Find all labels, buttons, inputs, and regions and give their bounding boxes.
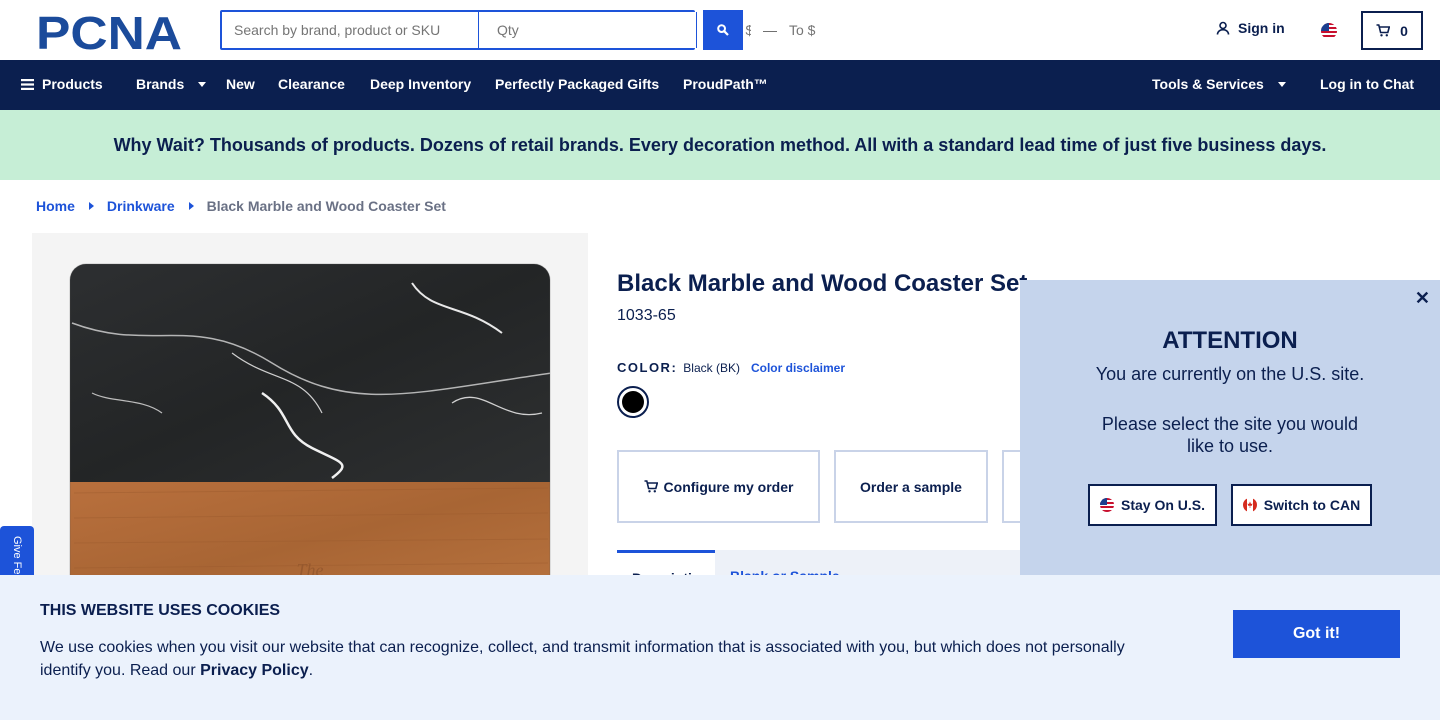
color-swatch-black[interactable] [617, 386, 649, 418]
cart-button[interactable]: 0 [1361, 11, 1423, 50]
stay-us-label: Stay On U.S. [1120, 497, 1206, 513]
nav-new[interactable]: New [226, 76, 255, 92]
switch-can-label: Switch to CAN [1263, 497, 1361, 513]
close-icon[interactable]: ✕ [1415, 288, 1430, 309]
breadcrumb-current: Black Marble and Wood Coaster Set [206, 198, 446, 214]
nav-deep-inventory[interactable]: Deep Inventory [370, 76, 471, 92]
price-to-input[interactable] [777, 12, 843, 48]
svg-text:PCNA: PCNA [36, 11, 182, 51]
nav-chat-label: Log in to Chat [1320, 76, 1415, 92]
modal-message-2: Please select the site you would like to… [1101, 414, 1359, 456]
nav-deep-inventory-label: Deep Inventory [370, 76, 472, 92]
privacy-policy-link[interactable]: Privacy Policy [200, 662, 309, 679]
cookie-period: . [308, 662, 314, 679]
search-icon [717, 24, 729, 36]
site-header: PCNA — Sign in 0 [0, 0, 1440, 60]
sign-in-link[interactable]: Sign in [1216, 20, 1285, 36]
breadcrumb-category[interactable]: Drinkware [107, 198, 175, 214]
modal-title: ATTENTION [1162, 327, 1298, 354]
search-input[interactable] [222, 12, 479, 48]
promo-text: Why Wait? Thousands of products. Dozens … [113, 134, 1327, 155]
promo-banner: Why Wait? Thousands of products. Dozens … [0, 110, 1440, 180]
got-it-label: Got it! [1292, 625, 1341, 642]
configure-order-label: Configure my order [663, 478, 794, 495]
chevron-right-icon [88, 202, 94, 210]
nav-tools[interactable]: Tools & Services [1152, 76, 1286, 92]
breadcrumb: Home Drinkware Black Marble and Wood Coa… [36, 198, 446, 214]
nav-clearance[interactable]: Clearance [278, 76, 345, 92]
user-icon [1216, 21, 1230, 35]
nav-gifts-label: Perfectly Packaged Gifts [495, 76, 660, 92]
swatch-fill [622, 391, 644, 413]
cart-icon [644, 480, 658, 493]
cookie-banner: THIS WEBSITE USES COOKIES We use cookies… [0, 575, 1440, 720]
canada-flag-icon [1242, 498, 1257, 512]
sign-in-label: Sign in [1238, 20, 1285, 36]
nav-clearance-label: Clearance [278, 76, 345, 92]
cart-icon [1376, 24, 1391, 37]
order-sample-label: Order a sample [860, 478, 962, 495]
chevron-right-icon [188, 202, 194, 210]
nav-brands-label: Brands [136, 76, 185, 92]
us-flag-icon [1099, 498, 1114, 512]
nav-new-label: New [226, 76, 255, 92]
color-value: Black (BK) [683, 361, 740, 375]
nav-gifts[interactable]: Perfectly Packaged Gifts [495, 76, 659, 92]
order-sample-button[interactable]: Order a sample [834, 450, 988, 523]
nav-products[interactable]: Products [21, 76, 103, 92]
color-disclaimer-link[interactable]: Color disclaimer [751, 361, 845, 375]
configure-order-button[interactable]: Configure my order [617, 450, 820, 523]
color-row: COLOR: Black (BK) Color disclaimer [617, 360, 845, 375]
cookie-title: THIS WEBSITE USES COOKIES [40, 602, 281, 619]
search-button[interactable] [703, 10, 743, 50]
cart-count: 0 [1400, 22, 1408, 39]
site-selector-modal: ✕ ATTENTION You are currently on the U.S… [1020, 280, 1440, 580]
product-image[interactable]: The [32, 233, 588, 593]
nav-brands[interactable]: Brands [136, 76, 207, 92]
nav-tools-label: Tools & Services [1152, 76, 1264, 92]
nav-proudpath[interactable]: ProudPath™ [683, 76, 768, 92]
main-nav: Products Brands New Clearance Deep Inven… [0, 60, 1440, 110]
switch-can-button[interactable]: Switch to CAN [1231, 484, 1372, 526]
chevron-down-icon [1277, 81, 1286, 87]
range-dash: — [763, 22, 777, 38]
product-sku: 1033-65 [617, 307, 676, 324]
pcna-logo[interactable]: PCNA [36, 7, 186, 59]
us-flag-icon[interactable] [1321, 23, 1337, 39]
search-bar: — [220, 10, 843, 50]
qty-input[interactable] [479, 12, 697, 48]
hamburger-icon [21, 78, 34, 90]
nav-chat[interactable]: Log in to Chat [1320, 76, 1414, 92]
chevron-down-icon [198, 81, 207, 87]
breadcrumb-home[interactable]: Home [36, 198, 75, 214]
got-it-button[interactable]: Got it! [1233, 610, 1400, 658]
nav-proudpath-label: ProudPath™ [683, 76, 768, 92]
color-label: COLOR: [617, 360, 678, 375]
cookie-text: We use cookies when you visit our websit… [40, 636, 1150, 682]
product-title: Black Marble and Wood Coaster Set [617, 270, 1028, 297]
nav-products-label: Products [42, 76, 103, 92]
modal-message-1: You are currently on the U.S. site. [1095, 364, 1365, 384]
stay-us-button[interactable]: Stay On U.S. [1088, 484, 1217, 526]
